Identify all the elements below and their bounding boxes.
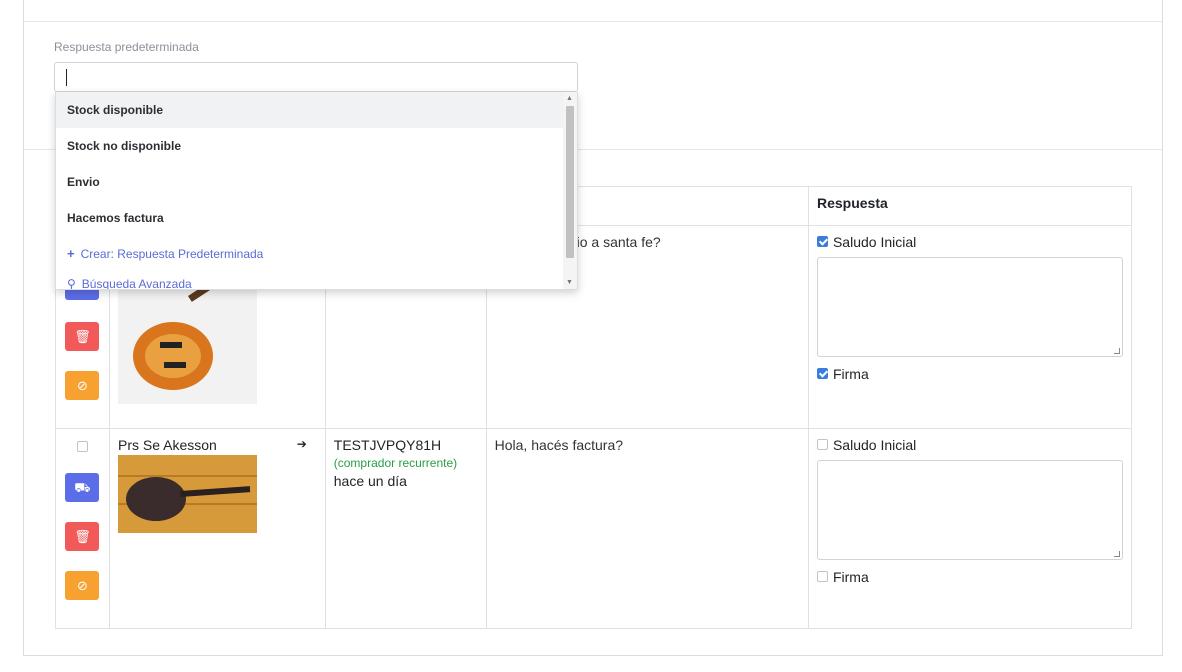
buyer-cell: TESTJVPQY81H (comprador recurrente) hace…	[324, 428, 487, 629]
greeting-checkbox[interactable]	[816, 236, 828, 248]
resize-handle[interactable]	[1113, 348, 1120, 354]
default-reply-dropdown: Stock disponible Stock no disponible Env…	[55, 92, 578, 290]
row-select-checkbox[interactable]	[76, 441, 88, 452]
main-panel: Respuesta predeterminada Stock disponibl…	[23, 0, 1163, 656]
signature-label: Firma	[832, 366, 869, 382]
default-reply-label: Respuesta predeterminada	[54, 40, 199, 54]
resize-handle[interactable]	[1113, 551, 1120, 557]
table-row: ⛟ 🗑 ⊘ Prs Se Akesson ➔ TESTJVPQY81H (com…	[55, 428, 1133, 629]
plus-icon: +	[67, 246, 75, 261]
default-reply-input[interactable]	[54, 62, 578, 92]
signature-option[interactable]: Firma	[816, 366, 1123, 382]
delete-button[interactable]: 🗑	[65, 522, 100, 551]
ban-icon: ⊘	[77, 378, 88, 393]
dropdown-option[interactable]: Envio	[56, 164, 577, 200]
search-icon: ⚲	[67, 277, 76, 290]
message-time: hace un día	[333, 473, 407, 489]
response-textarea[interactable]	[816, 460, 1123, 560]
response-cell: Saludo Inicial Firma	[807, 225, 1133, 429]
trash-icon: 🗑	[74, 329, 91, 344]
response-textarea[interactable]	[816, 257, 1123, 357]
scroll-down-icon[interactable]: ▼	[566, 279, 573, 286]
greeting-option[interactable]: Saludo Inicial	[816, 437, 1123, 453]
signature-option[interactable]: Firma	[816, 569, 1123, 585]
block-button[interactable]: ⊘	[65, 571, 100, 600]
buyer-tag: (comprador recurrente)	[333, 456, 458, 470]
signature-label: Firma	[832, 569, 869, 585]
delete-button[interactable]: 🗑	[65, 322, 100, 351]
dropdown-scrollbar[interactable]: ▲ ▼	[563, 92, 577, 289]
advanced-search-label: Búsqueda Avanzada	[81, 277, 192, 290]
greeting-checkbox[interactable]	[816, 439, 828, 451]
question-cell: Hola, hacés factura?	[485, 428, 809, 629]
text-caret	[66, 69, 67, 86]
greeting-label: Saludo Inicial	[832, 437, 917, 453]
signature-checkbox[interactable]	[816, 368, 828, 380]
truck-icon: ⛟	[74, 480, 91, 495]
product-image[interactable]	[117, 455, 257, 533]
ship-button[interactable]: ⛟	[65, 473, 100, 502]
product-cell: Prs Se Akesson ➔	[108, 428, 326, 629]
advanced-search-option[interactable]: ⚲ Búsqueda Avanzada	[56, 266, 577, 290]
buyer-id[interactable]: TESTJVPQY81H	[334, 437, 478, 453]
divider	[24, 21, 1162, 22]
arrow-right-icon[interactable]: ➔	[297, 437, 307, 451]
dropdown-option[interactable]: Hacemos factura	[56, 200, 577, 236]
dropdown-option[interactable]: Stock no disponible	[56, 128, 577, 164]
scrollbar-thumb[interactable]	[566, 106, 574, 258]
question-text: Hola, hacés factura?	[494, 437, 624, 453]
product-name[interactable]: Prs Se Akesson	[118, 437, 217, 453]
response-cell: Saludo Inicial Firma	[807, 428, 1133, 629]
block-button[interactable]: ⊘	[65, 371, 100, 400]
header-response: Respuesta	[807, 186, 1133, 226]
trash-icon: 🗑	[74, 529, 91, 544]
greeting-option[interactable]: Saludo Inicial	[816, 234, 1123, 250]
create-reply-label: Crear: Respuesta Predeterminada	[80, 247, 264, 261]
actions-cell: ⛟ 🗑 ⊘	[55, 428, 110, 629]
scroll-up-icon[interactable]: ▲	[566, 95, 573, 102]
greeting-label: Saludo Inicial	[832, 234, 917, 250]
product-image[interactable]	[117, 276, 257, 404]
ban-icon: ⊘	[77, 578, 88, 593]
signature-checkbox[interactable]	[816, 571, 828, 583]
dropdown-option[interactable]: Stock disponible	[56, 92, 577, 128]
